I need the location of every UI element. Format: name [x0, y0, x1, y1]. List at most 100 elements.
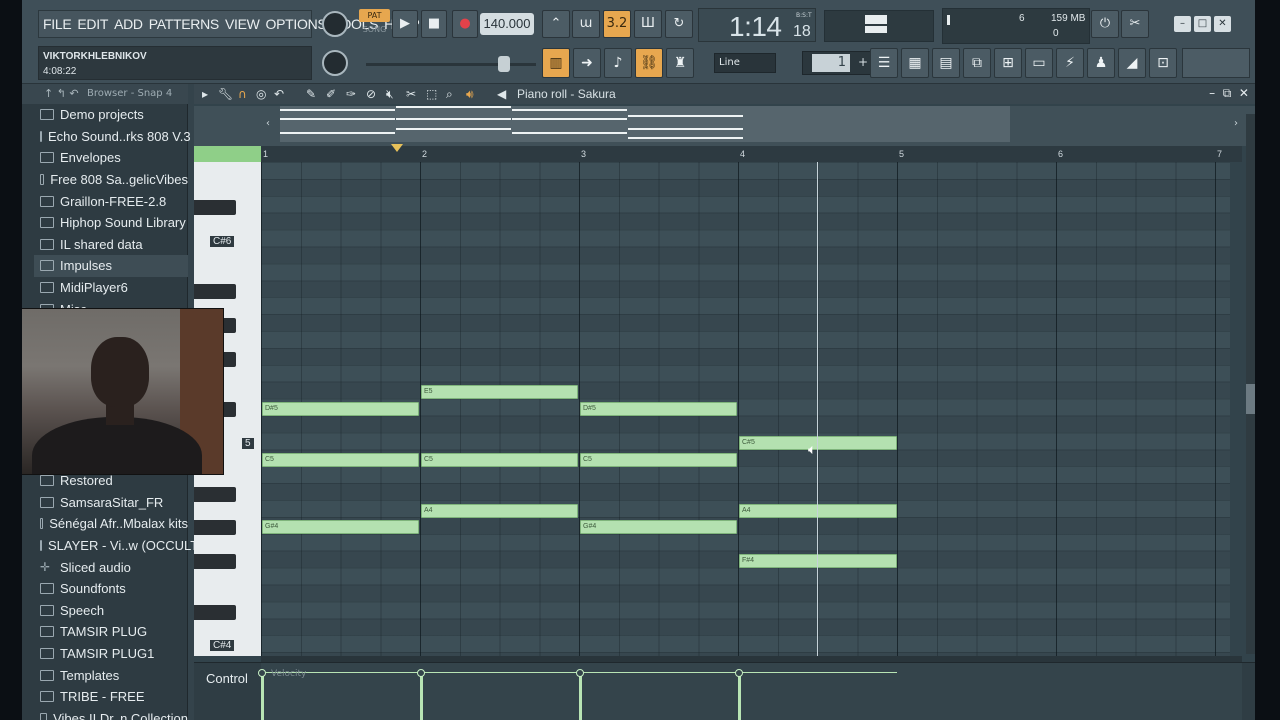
playlist-button[interactable]: ☰ — [870, 48, 898, 78]
pr-playback-icon[interactable]: 🔊︎ — [466, 87, 474, 102]
arrow-button[interactable]: ➜ — [573, 48, 601, 78]
browser-item[interactable]: Sénégal Afr..Mbalax kits — [34, 513, 188, 535]
browser-button[interactable]: ⊞ — [994, 48, 1022, 78]
pr-magnet-icon[interactable]: ∩ — [238, 87, 247, 101]
master-volume-knob[interactable] — [322, 11, 348, 37]
master-slider[interactable] — [366, 56, 536, 72]
menu-file[interactable]: FILE — [43, 16, 72, 32]
pr-pencil-icon[interactable]: ✎ — [306, 87, 316, 101]
velocity-bar[interactable] — [738, 673, 741, 720]
loop-marker-icon[interactable] — [391, 144, 403, 152]
note[interactable]: G#4 — [580, 520, 737, 534]
note[interactable]: A4 — [421, 504, 578, 518]
velocity-bar[interactable] — [261, 673, 264, 720]
browser-item[interactable]: Envelopes — [34, 147, 188, 169]
black-key[interactable] — [194, 520, 236, 535]
pat-song-toggle[interactable]: PAT SONG — [359, 9, 390, 39]
plugin-button[interactable]: ⚡ — [1056, 48, 1084, 78]
black-key[interactable] — [194, 605, 236, 620]
step-field[interactable]: 1 + — [802, 51, 872, 75]
note[interactable]: D#5 — [262, 402, 419, 416]
note[interactable]: C5 — [580, 453, 737, 467]
online-button[interactable]: ⏻ — [1091, 10, 1119, 38]
news-panel[interactable] — [1182, 48, 1250, 78]
wait-record-button[interactable]: ɯ — [572, 10, 600, 38]
close-button[interactable]: ✕ — [1214, 16, 1231, 32]
pr-window-controls[interactable]: – ⧉ ✕ — [1209, 86, 1249, 101]
tools-button[interactable]: ✂ — [1121, 10, 1149, 38]
velocity-bar[interactable] — [579, 673, 582, 720]
pattern-selector[interactable] — [824, 10, 934, 42]
pr-zoom-icon[interactable]: ⌕ — [446, 87, 453, 102]
browser-item[interactable]: IL shared data — [34, 234, 188, 256]
black-key[interactable] — [194, 554, 236, 569]
minimize-button[interactable]: – — [1174, 16, 1191, 32]
browser-item[interactable]: MidiPlayer6 — [34, 277, 188, 299]
menu-add[interactable]: ADD — [114, 16, 143, 32]
velocity-handle[interactable] — [576, 669, 584, 677]
mixer-button[interactable]: ⧉ — [963, 48, 991, 78]
browser-item[interactable]: ✛ Sliced audio — [34, 556, 188, 578]
browser-item-selected[interactable]: Impulses — [34, 255, 188, 277]
overview-right-arrow-icon[interactable]: › — [1234, 118, 1238, 129]
pattern-overview[interactable]: ‹ › — [194, 106, 1255, 146]
step-plus-icon[interactable]: + — [858, 55, 868, 69]
store-button[interactable]: ⊡ — [1149, 48, 1177, 78]
pr-glue-icon[interactable]: ✑ — [346, 87, 356, 101]
menu-options[interactable]: OPTIONS — [266, 16, 327, 32]
tempo-display[interactable]: 140.000 — [480, 13, 534, 35]
velocity-handle[interactable] — [735, 669, 743, 677]
playhead[interactable] — [817, 162, 818, 656]
piano-roll-view-button[interactable]: ▥ — [542, 48, 570, 78]
pr-wrench-icon[interactable]: 🔧︎ — [218, 87, 233, 101]
snap-link-button[interactable]: ⛓ — [635, 48, 663, 78]
time-ruler[interactable]: 1 2 3 4 5 6 7 — [261, 144, 1242, 162]
record-button[interactable]: ● — [452, 10, 478, 38]
browser-item[interactable]: SamsaraSitar_FR — [34, 492, 188, 514]
note[interactable]: D#5 — [580, 402, 737, 416]
black-key[interactable] — [194, 487, 236, 502]
pr-slice-icon[interactable]: ✂ — [406, 87, 416, 101]
vertical-scroll-thumb[interactable] — [1246, 384, 1255, 414]
menu-view[interactable]: VIEW — [225, 16, 260, 32]
velocity-lane[interactable]: Velocity — [258, 663, 1242, 720]
black-key[interactable] — [194, 284, 236, 299]
control-target-select[interactable]: Control — [206, 671, 248, 686]
master-pitch-knob[interactable] — [322, 50, 348, 76]
browser-item[interactable]: Graillon-FREE-2.8 — [34, 190, 188, 212]
stop-button[interactable]: ■ — [421, 10, 447, 38]
browser-item[interactable]: Echo Sound..rks 808 V.3 — [34, 126, 191, 148]
browser-item[interactable]: Soundfonts — [34, 578, 188, 600]
step-value[interactable]: 1 — [812, 54, 850, 72]
pr-mute-icon[interactable]: 🔇︎ — [386, 87, 394, 102]
pr-select-icon[interactable]: ⬚ — [426, 87, 437, 101]
note[interactable]: C#5 — [739, 436, 897, 450]
browser-item[interactable]: Free 808 Sa..gelicVibes — [34, 169, 188, 191]
note[interactable]: E5 — [421, 385, 578, 399]
countdown-button[interactable]: 3.2 — [603, 10, 631, 38]
step-edit-button[interactable]: Ш — [634, 10, 662, 38]
black-key[interactable] — [194, 200, 236, 215]
browser-item[interactable]: TAMSIR PLUG1 — [34, 643, 188, 665]
typing-keyboard-button[interactable]: ♪ — [604, 48, 632, 78]
play-button[interactable]: ▶ — [392, 10, 418, 38]
note[interactable]: C5 — [421, 453, 578, 467]
overview-left-arrow-icon[interactable]: ‹ — [266, 118, 270, 129]
slider-thumb[interactable] — [498, 56, 510, 72]
pr-undo-icon[interactable]: ↶ — [274, 87, 284, 101]
vertical-scrollbar[interactable] — [1246, 114, 1255, 654]
metronome-view-button[interactable]: ♜ — [666, 48, 694, 78]
note-grid[interactable]: E5 D#5 D#5 C#5 C5 C5 C5 A4 A4 G#4 G#4 F#… — [261, 162, 1230, 656]
velocity-bar[interactable] — [420, 673, 423, 720]
browser-arrow-icon[interactable]: ↑ ↰ ↶ — [44, 87, 79, 100]
piano-roll-button[interactable]: ▦ — [901, 48, 929, 78]
pr-speaker-icon[interactable]: ◀︎ — [497, 87, 506, 101]
channel-rack-button[interactable]: ▤ — [932, 48, 960, 78]
note[interactable]: F#4 — [739, 554, 897, 568]
browser-item[interactable]: SLAYER - Vi..w (OCCULT) — [34, 535, 203, 557]
browser-item[interactable]: TAMSIR PLUG — [34, 621, 188, 643]
pr-menu-arrow-icon[interactable]: ▸ — [202, 87, 208, 101]
browser-item[interactable]: TRIBE - FREE — [34, 686, 188, 708]
pr-delete-icon[interactable]: ⊘ — [366, 87, 376, 101]
note[interactable]: A4 — [739, 504, 897, 518]
